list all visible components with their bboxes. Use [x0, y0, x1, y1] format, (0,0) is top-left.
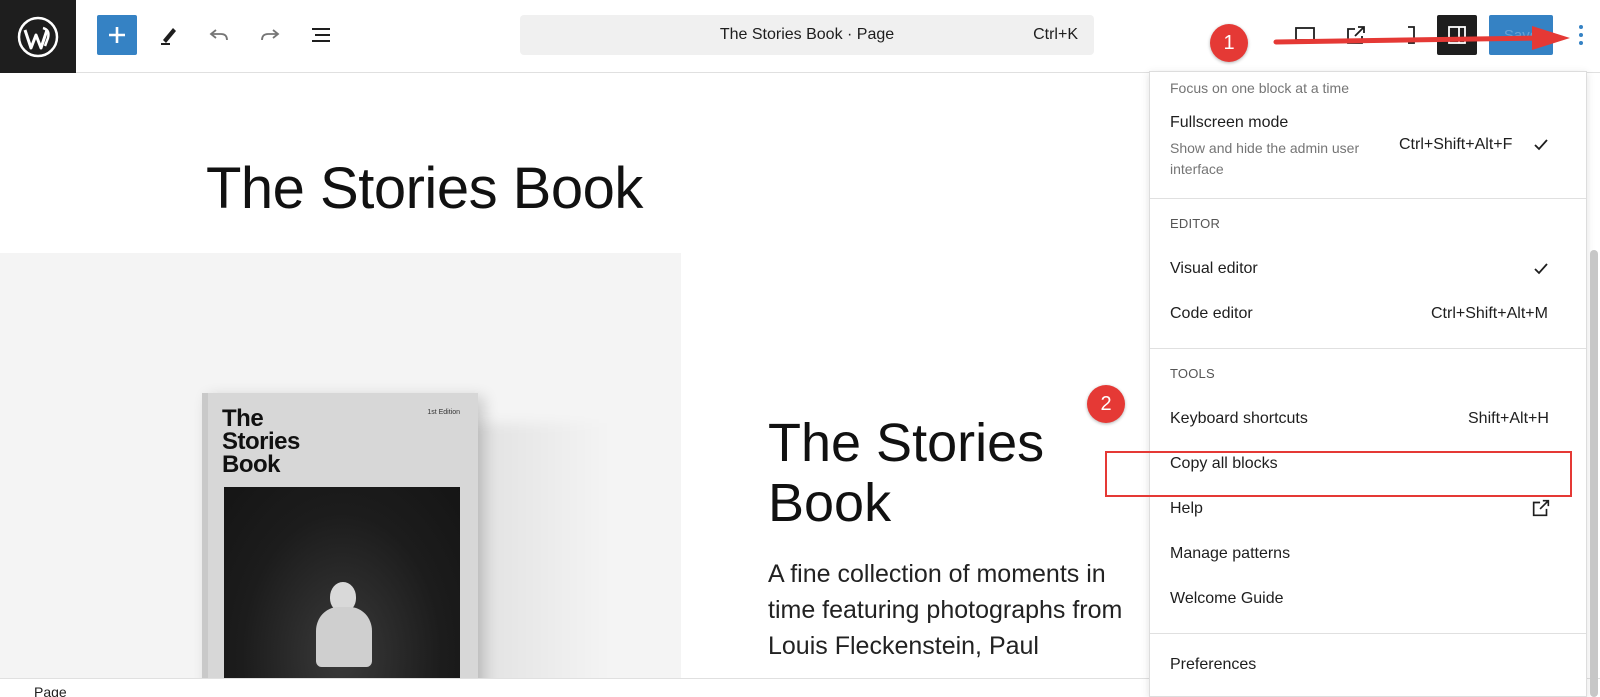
manage-patterns-item[interactable]: Manage patterns — [1170, 545, 1290, 563]
pencil-icon — [161, 28, 176, 45]
command-palette-bar[interactable]: The Stories Book · Page Ctrl+K — [520, 15, 1094, 55]
annotation-arrow — [1273, 26, 1570, 50]
tools-button[interactable] — [149, 15, 189, 55]
external-link-icon — [1532, 499, 1550, 517]
code-editor-item[interactable]: Code editor — [1170, 305, 1253, 323]
check-icon — [1534, 263, 1548, 275]
redo-button[interactable] — [250, 15, 290, 55]
help-item[interactable]: Help — [1170, 500, 1203, 518]
command-shortcut: Ctrl+K — [1033, 26, 1078, 43]
wordpress-icon — [17, 16, 59, 57]
annotation-highlight-box — [1105, 451, 1572, 497]
keyboard-shortcuts-shortcut: Shift+Alt+H — [1468, 410, 1549, 427]
wordpress-logo-button[interactable] — [0, 0, 76, 73]
code-editor-shortcut: Ctrl+Shift+Alt+M — [1431, 305, 1548, 322]
spotlight-mode-desc: Focus on one block at a time — [1170, 80, 1349, 96]
list-view-icon — [312, 28, 330, 42]
page-title[interactable]: The Stories Book — [206, 155, 643, 222]
fullscreen-mode-desc: Show and hide the admin user interface — [1170, 140, 1360, 177]
annotation-badge-1: 1 — [1210, 24, 1248, 62]
undo-button[interactable] — [199, 15, 239, 55]
document-title: The Stories Book · Page — [719, 26, 895, 43]
bust-body-shape — [316, 607, 372, 667]
plus-icon — [109, 27, 125, 43]
keyboard-shortcuts-item[interactable]: Keyboard shortcuts — [1170, 410, 1308, 428]
annotation-badge-2: 2 — [1087, 385, 1125, 423]
document-overview-button[interactable] — [301, 15, 341, 55]
check-icon — [1534, 139, 1548, 151]
options-dropdown-menu: Focus on one block at a time Fullscreen … — [1149, 71, 1587, 697]
hero-heading[interactable]: The Stories Book — [768, 413, 1128, 533]
visual-editor-item[interactable]: Visual editor — [1170, 260, 1258, 278]
menu-separator — [1150, 198, 1586, 199]
book-cover-image: The Stories Book 1st Edition — [202, 393, 478, 678]
book-cover-title: The Stories Book — [222, 405, 300, 478]
undo-icon — [209, 29, 228, 41]
cover-image-panel[interactable]: The Stories Book 1st Edition — [0, 253, 681, 678]
menu-scrollbar[interactable] — [1590, 250, 1598, 697]
menu-separator — [1150, 348, 1586, 349]
book-cover-photo — [224, 487, 460, 678]
editor-group-label: EDITOR — [1170, 216, 1221, 231]
tools-group-label: TOOLS — [1170, 366, 1215, 381]
fullscreen-mode-item[interactable]: Fullscreen mode — [1170, 114, 1288, 132]
add-block-button[interactable] — [97, 15, 137, 55]
book-cover-edition: 1st Edition — [427, 409, 460, 416]
breadcrumb-page[interactable]: Page — [34, 684, 67, 697]
fullscreen-shortcut: Ctrl+Shift+Alt+F — [1399, 136, 1513, 153]
redo-icon — [261, 29, 280, 41]
hero-paragraph[interactable]: A fine collection of moments in time fea… — [768, 556, 1138, 664]
menu-separator — [1150, 633, 1586, 634]
welcome-guide-item[interactable]: Welcome Guide — [1170, 590, 1284, 608]
preferences-item[interactable]: Preferences — [1170, 656, 1256, 674]
